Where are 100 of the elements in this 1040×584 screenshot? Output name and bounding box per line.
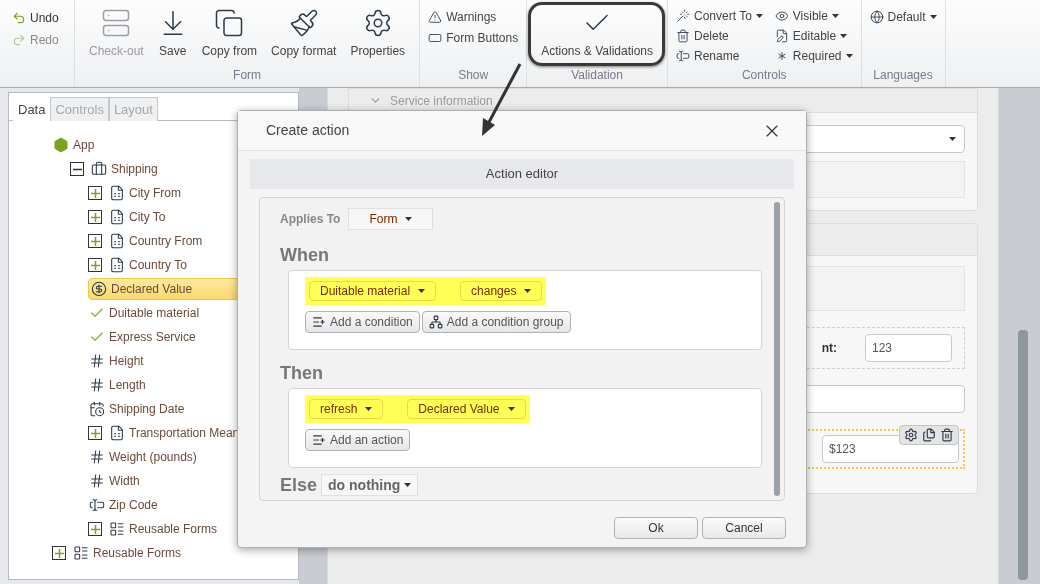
- expand-toggle[interactable]: [88, 186, 102, 200]
- caret-icon: [404, 483, 412, 487]
- tree-item[interactable]: Express Service: [88, 326, 293, 348]
- tree-item[interactable]: Length: [88, 374, 243, 396]
- rename-icon: [676, 49, 690, 63]
- add-button[interactable]: Add an action: [305, 429, 411, 451]
- ribbon-button[interactable]: Form Buttons: [428, 27, 519, 48]
- dropdown-button[interactable]: changes: [460, 281, 543, 301]
- group-label: Validation: [570, 67, 624, 84]
- globe-icon: [869, 9, 884, 24]
- plus-icon: [90, 212, 100, 222]
- tree-item[interactable]: Reusable Forms: [108, 518, 298, 540]
- tree-item[interactable]: Shipping Date: [88, 398, 282, 420]
- ribbon-button[interactable]: Rename: [676, 46, 763, 66]
- expand-toggle[interactable]: [52, 546, 66, 560]
- add-button[interactable]: Add a condition group: [421, 311, 571, 333]
- copy-icon: [214, 8, 245, 38]
- dropdown-button[interactable]: refresh: [309, 399, 384, 419]
- dropdown-button[interactable]: do nothing: [321, 474, 419, 496]
- forms-icon: [109, 521, 125, 537]
- dialog-button[interactable]: Ok: [614, 517, 698, 539]
- ribbon-button[interactable]: Editable: [774, 26, 853, 46]
- trash-icon: [676, 29, 690, 43]
- expand-toggle[interactable]: [88, 258, 102, 272]
- plus-icon: [90, 188, 100, 198]
- add-button[interactable]: Add a condition: [305, 311, 420, 333]
- tree-item[interactable]: Weight (pounds): [88, 446, 294, 468]
- group-label: Controls: [740, 67, 788, 84]
- ribbon-button[interactable]: Save: [151, 4, 194, 64]
- dialog-button[interactable]: Cancel: [702, 517, 786, 539]
- caret-icon: [365, 407, 373, 411]
- ribbon-button[interactable]: Convert To: [676, 6, 763, 26]
- tree-item[interactable]: App: [52, 134, 192, 156]
- add-list-icon: [312, 433, 326, 447]
- field-label: nt:: [821, 340, 837, 357]
- caret-icon: [524, 289, 532, 293]
- number-icon: [89, 377, 105, 393]
- caret-icon: [755, 14, 763, 18]
- number-icon: [89, 473, 105, 489]
- plus-icon: [90, 236, 100, 246]
- section-title: Service information: [390, 92, 493, 110]
- dollar-icon: [91, 281, 107, 297]
- caret-icon: [831, 14, 839, 18]
- list-icon: [109, 185, 125, 201]
- expand-toggle[interactable]: [70, 162, 84, 176]
- dropdown-button[interactable]: Duitable material: [309, 281, 437, 301]
- plus-icon: [90, 524, 100, 534]
- ribbon-button[interactable]: Required: [774, 46, 853, 66]
- scrollbar[interactable]: [1018, 330, 1028, 580]
- dropdown-button[interactable]: Form: [348, 208, 434, 230]
- copy-icon[interactable]: [922, 428, 936, 442]
- expand-toggle[interactable]: [88, 210, 102, 224]
- ribbon-button[interactable]: Default: [869, 6, 937, 27]
- caret-icon: [418, 289, 426, 293]
- expand-toggle[interactable]: [88, 234, 102, 248]
- dropdown-button[interactable]: Declared Value: [407, 399, 526, 419]
- input-field[interactable]: 123: [865, 334, 952, 362]
- field-label: Applies To: [280, 211, 341, 228]
- caret-icon: [845, 54, 853, 58]
- ribbon-button[interactable]: Visible: [774, 6, 853, 26]
- ribbon-button[interactable]: Delete: [676, 26, 763, 46]
- redo-icon: [12, 33, 26, 47]
- tree-item[interactable]: Zip Code: [88, 494, 255, 516]
- caret-icon: [949, 137, 956, 141]
- caret-icon: [840, 34, 848, 38]
- tree-item[interactable]: Reusable Forms: [72, 542, 279, 564]
- expand-toggle[interactable]: [88, 522, 102, 536]
- ribbon-button[interactable]: Warnings: [428, 6, 519, 27]
- list-icon: [109, 425, 125, 441]
- edit-icon: [774, 29, 789, 43]
- eye-icon: [774, 9, 789, 23]
- expand-toggle[interactable]: [88, 426, 102, 440]
- number-icon: [89, 449, 105, 465]
- quick-button[interactable]: Undo: [12, 8, 74, 28]
- tree-item[interactable]: Width: [88, 470, 237, 492]
- tree-item[interactable]: Height: [88, 350, 241, 372]
- plus-icon: [54, 548, 64, 558]
- ribbon-button[interactable]: Copy format: [265, 4, 343, 64]
- server-icon: [101, 8, 132, 38]
- trash-icon[interactable]: [940, 428, 954, 442]
- tree-item[interactable]: City To: [108, 206, 263, 228]
- section-heading: Then: [280, 364, 324, 382]
- group-label: Languages: [872, 67, 934, 84]
- scrollbar[interactable]: [774, 202, 780, 496]
- forms-icon: [73, 545, 89, 561]
- ribbon-button[interactable]: Copy from: [195, 4, 264, 64]
- number-icon: [89, 353, 105, 369]
- section-heading: Else: [280, 476, 318, 494]
- caret-icon: [929, 14, 937, 19]
- list-icon: [109, 209, 125, 225]
- calendar-icon: [89, 401, 105, 417]
- settings-icon[interactable]: [904, 428, 918, 442]
- ribbon-button[interactable]: Actions & Validations: [535, 4, 659, 64]
- add-list-icon: [312, 315, 326, 329]
- undo-icon: [12, 11, 26, 25]
- section-heading: When: [280, 246, 330, 264]
- caret-icon: [507, 407, 515, 411]
- group-label: Show: [457, 67, 490, 84]
- tree-item[interactable]: Duitable material: [88, 302, 297, 324]
- ribbon-button[interactable]: Properties: [344, 4, 412, 64]
